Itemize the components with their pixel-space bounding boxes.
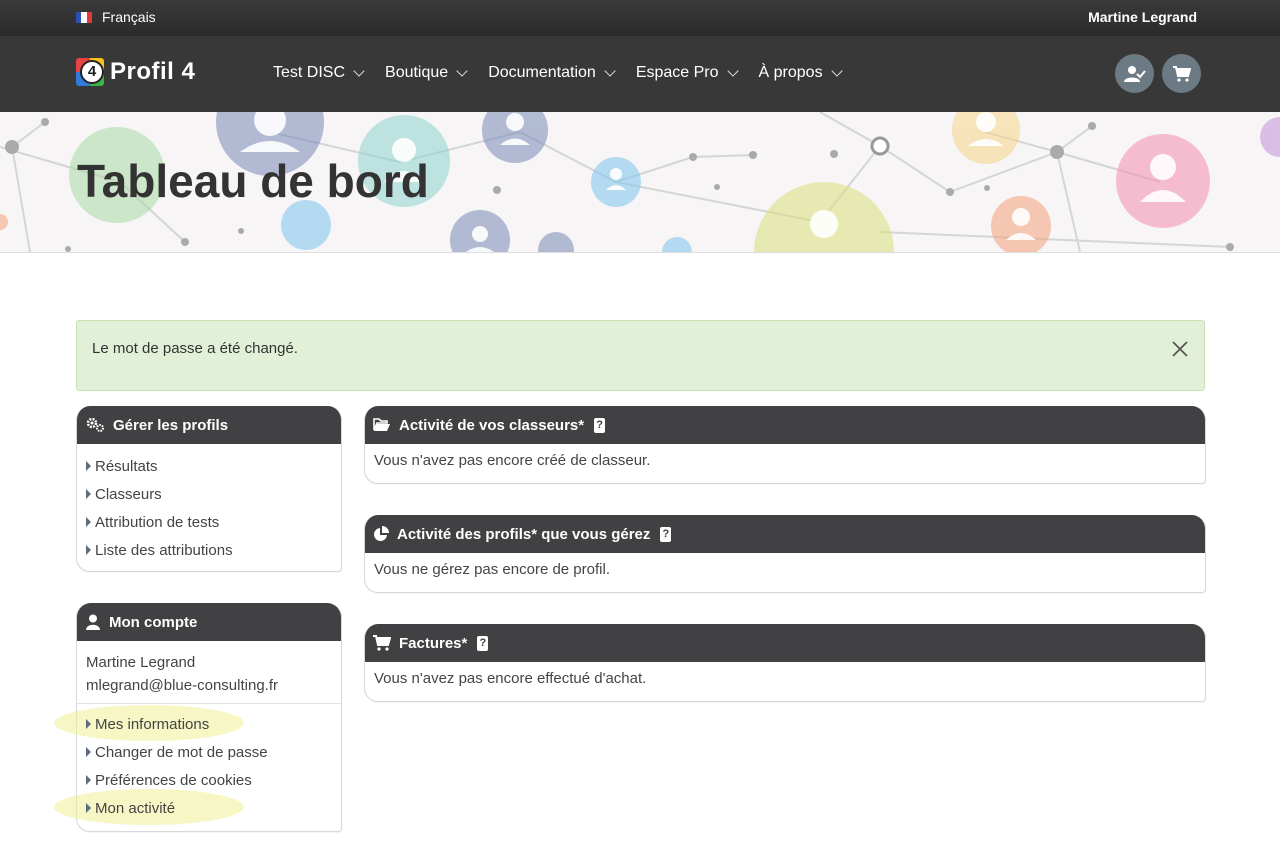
link-label: Mes informations bbox=[95, 715, 210, 733]
link-liste-attributions[interactable]: Liste des attributions bbox=[86, 536, 332, 564]
link-mon-activite[interactable]: Mon activité bbox=[54, 789, 332, 825]
user-name[interactable]: Martine Legrand bbox=[1088, 9, 1197, 25]
success-alert: Le mot de passe a été changé. bbox=[76, 320, 1205, 391]
empty-message: Vous n'avez pas encore effectué d'achat. bbox=[374, 670, 647, 687]
empty-message: Vous n'avez pas encore créé de classeur. bbox=[374, 452, 651, 469]
caret-right-icon bbox=[86, 803, 91, 813]
account-email: mlegrand@blue-consulting.fr bbox=[86, 677, 278, 694]
chevron-down-icon bbox=[353, 64, 365, 77]
nav-boutique[interactable]: Boutique bbox=[385, 64, 468, 82]
page-title: Tableau de bord bbox=[77, 155, 429, 207]
chevron-down-icon bbox=[456, 64, 468, 77]
french-flag-icon bbox=[76, 11, 92, 23]
language-selector[interactable]: Français bbox=[76, 9, 156, 25]
caret-right-icon bbox=[86, 489, 91, 499]
my-account-panel: Mon compte Martine Legrand mlegrand@blue… bbox=[54, 603, 342, 832]
help-icon[interactable]: ? bbox=[594, 417, 606, 433]
panel-title: Mon compte bbox=[109, 613, 198, 631]
link-changer-mot-de-passe[interactable]: Changer de mot de passe bbox=[86, 738, 332, 766]
panel-title: Activité des profils* que vous gérez bbox=[397, 525, 651, 543]
chevron-down-icon bbox=[830, 64, 843, 77]
main-navbar: 4 Profil 4 Test DISC Boutique Documentat… bbox=[0, 36, 1280, 112]
logo-text: Profil 4 bbox=[110, 58, 196, 85]
invoices-panel: Factures* ? Vous n'avez pas encore effec… bbox=[364, 624, 1206, 702]
nav-espace-pro[interactable]: Espace Pro bbox=[635, 64, 739, 82]
link-resultats[interactable]: Résultats bbox=[86, 452, 332, 480]
link-label: Attribution de tests bbox=[95, 513, 220, 531]
top-bar: Français Martine Legrand bbox=[0, 0, 1280, 36]
user-icon bbox=[86, 614, 100, 630]
page-banner: Tableau de bord bbox=[0, 112, 1280, 253]
link-mes-informations[interactable]: Mes informations bbox=[54, 705, 332, 741]
nav-documentation[interactable]: Documentation bbox=[488, 64, 616, 82]
caret-right-icon bbox=[86, 545, 91, 555]
logo-number: 4 bbox=[80, 60, 104, 84]
panel-title: Gérer les profils bbox=[113, 416, 229, 434]
panel-header: Activité de vos classeurs* ? bbox=[365, 406, 1205, 444]
account-info: Martine Legrand mlegrand@blue-consulting… bbox=[77, 641, 341, 704]
panel-header: Activité des profils* que vous gérez ? bbox=[365, 515, 1205, 553]
link-label: Changer de mot de passe bbox=[95, 743, 268, 761]
empty-message: Vous ne gérez pas encore de profil. bbox=[374, 561, 610, 578]
nav-label: Test DISC bbox=[273, 64, 346, 81]
logo-mark-icon: 4 bbox=[76, 58, 104, 86]
help-icon[interactable]: ? bbox=[477, 635, 489, 651]
link-label: Mon activité bbox=[95, 799, 176, 817]
panel-title: Factures* bbox=[399, 634, 468, 652]
caret-right-icon bbox=[86, 517, 91, 527]
manage-profiles-panel: Gérer les profils Résultats Classeurs At… bbox=[76, 406, 342, 572]
nav-label: Boutique bbox=[385, 64, 449, 81]
panel-title: Activité de vos classeurs* bbox=[399, 416, 585, 434]
panel-body: Résultats Classeurs Attribution de tests… bbox=[77, 444, 341, 571]
link-label: Liste des attributions bbox=[95, 541, 233, 559]
nav-label: À propos bbox=[758, 64, 823, 81]
panel-header: Factures* ? bbox=[365, 624, 1205, 662]
nav-test-disc[interactable]: Test DISC bbox=[273, 64, 365, 82]
caret-right-icon bbox=[86, 747, 91, 757]
link-attribution-tests[interactable]: Attribution de tests bbox=[86, 508, 332, 536]
account-button[interactable] bbox=[1115, 54, 1154, 93]
cogs-icon bbox=[86, 417, 104, 432]
nav-a-propos[interactable]: À propos bbox=[758, 64, 843, 82]
nav-menu: Test DISC Boutique Documentation Espace … bbox=[273, 64, 863, 82]
cart-plus-icon bbox=[373, 635, 391, 651]
profiles-activity-panel: Activité des profils* que vous gérez ? V… bbox=[364, 515, 1206, 593]
link-label: Préférences de cookies bbox=[95, 771, 252, 789]
caret-right-icon bbox=[86, 775, 91, 785]
folder-open-icon bbox=[373, 418, 390, 431]
nav-label: Espace Pro bbox=[635, 64, 719, 81]
cart-icon bbox=[1172, 65, 1191, 82]
link-classeurs[interactable]: Classeurs bbox=[86, 480, 332, 508]
cart-button[interactable] bbox=[1162, 54, 1201, 93]
pie-chart-icon bbox=[374, 526, 389, 541]
site-logo[interactable]: 4 Profil 4 bbox=[76, 58, 195, 86]
binders-activity-panel: Activité de vos classeurs* ? Vous n'avez… bbox=[364, 406, 1206, 484]
caret-right-icon bbox=[86, 461, 91, 471]
link-label: Résultats bbox=[95, 457, 158, 475]
close-icon[interactable] bbox=[1170, 339, 1190, 359]
panel-body: Mes informations Changer de mot de passe… bbox=[54, 704, 341, 830]
chevron-down-icon bbox=[604, 64, 616, 77]
alert-message: Le mot de passe a été changé. bbox=[92, 340, 298, 357]
panel-header: Mon compte bbox=[77, 603, 341, 641]
language-label: Français bbox=[102, 9, 156, 25]
link-label: Classeurs bbox=[95, 485, 162, 503]
panel-header: Gérer les profils bbox=[77, 406, 341, 444]
nav-label: Documentation bbox=[488, 64, 596, 81]
chevron-down-icon bbox=[726, 64, 739, 77]
account-name: Martine Legrand bbox=[86, 654, 196, 671]
help-icon[interactable]: ? bbox=[660, 526, 672, 542]
caret-right-icon bbox=[86, 719, 91, 729]
user-check-icon bbox=[1123, 65, 1146, 82]
